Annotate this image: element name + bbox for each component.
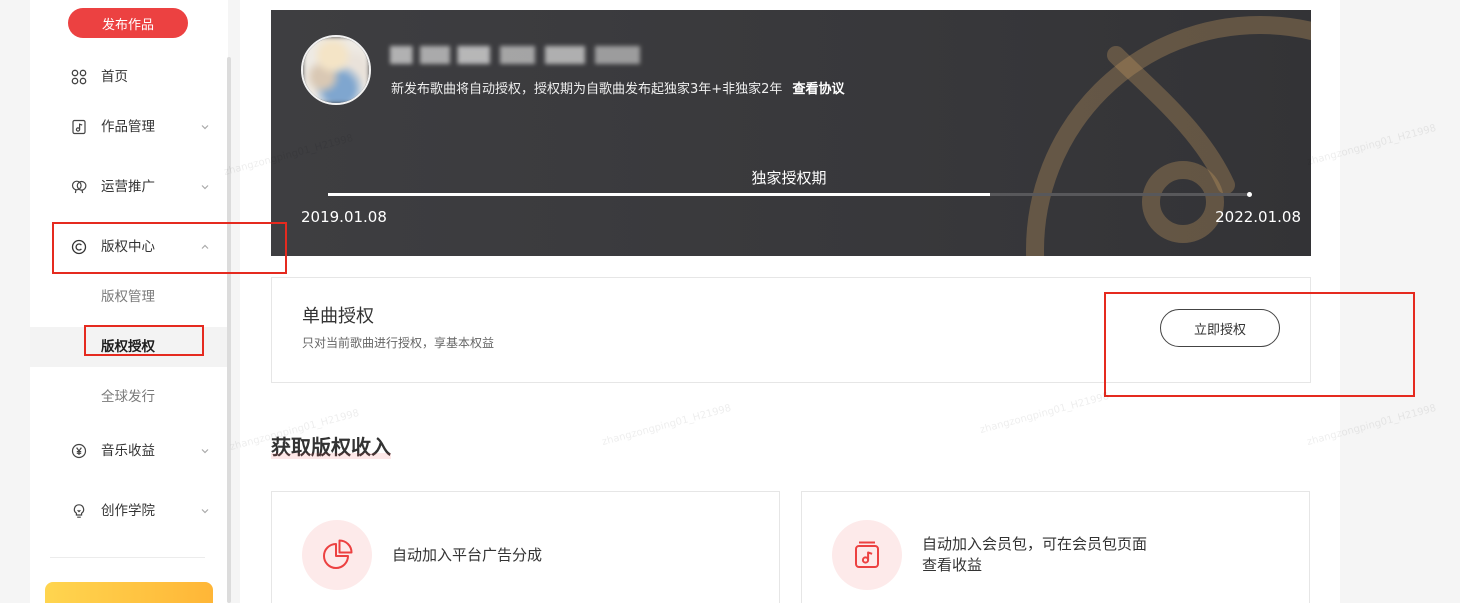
track-end-dot	[1247, 192, 1252, 197]
sidebar-item-academy[interactable]: 创作学院	[30, 491, 228, 531]
chevron-down-icon	[201, 509, 209, 514]
sidebar-item-label: 音乐收益	[101, 443, 155, 459]
publish-button[interactable]: 发布作品	[68, 8, 188, 38]
music-album-icon	[832, 520, 902, 590]
yen-icon	[71, 443, 87, 459]
chevron-down-icon	[201, 449, 209, 454]
membership-card: 自动加入会员包，可在会员包页面 查看收益	[801, 491, 1310, 603]
license-banner: 新发布歌曲将自动授权，授权期为自歌曲发布起独家3年+非独家2年 查看协议 独家授权…	[271, 10, 1311, 256]
sidebar-item-works[interactable]: 作品管理	[30, 107, 228, 147]
sidebar-subitem-label: 版权管理	[101, 289, 155, 305]
sidebar-subitem-global-release[interactable]: 全球发行	[30, 377, 228, 417]
sidebar-subitem-copyright-management[interactable]: 版权管理	[30, 277, 228, 317]
pie-chart-icon	[302, 520, 372, 590]
chevron-down-icon	[201, 185, 209, 190]
license-now-button[interactable]: 立即授权	[1160, 309, 1280, 347]
license-period-track	[328, 192, 1252, 197]
sidebar-divider	[50, 557, 205, 558]
sidebar-subitem-copyright-license[interactable]: 版权授权	[30, 327, 228, 367]
sidebar-item-label: 首页	[101, 69, 128, 85]
single-license-description: 只对当前歌曲进行授权，享基本权益	[302, 336, 495, 350]
chevron-up-icon	[201, 244, 209, 249]
lightbulb-icon	[73, 504, 85, 518]
sidebar-subitem-label: 全球发行	[101, 389, 155, 405]
sidebar-scrollbar[interactable]	[227, 57, 231, 603]
sidebar-item-music-income[interactable]: 音乐收益	[30, 431, 228, 471]
sidebar-subitem-label: 版权授权	[101, 339, 155, 355]
start-date: 2019.01.08	[301, 208, 387, 226]
chevron-down-icon	[201, 125, 209, 130]
view-agreement-link[interactable]: 查看协议	[792, 82, 844, 97]
promo-banner[interactable]	[45, 582, 213, 603]
music-file-icon	[72, 119, 86, 135]
sidebar: 发布作品 首页 作品管理 运营推广 版权中心 版权管理 版权授权 全球发行 音乐…	[30, 0, 228, 603]
notice-text: 新发布歌曲将自动授权，授权期为自歌曲发布起独家3年+非独家2年	[391, 82, 783, 97]
username-blurred	[390, 46, 640, 64]
single-license-title: 单曲授权	[302, 306, 374, 327]
ad-revenue-card: 自动加入平台广告分成	[271, 491, 780, 603]
chat-bubbles-icon	[71, 180, 87, 194]
membership-text-line: 自动加入会员包，可在会员包页面	[922, 535, 1148, 553]
progress-fill	[328, 193, 990, 196]
sidebar-item-label: 创作学院	[101, 503, 155, 519]
sidebar-item-label: 运营推广	[101, 179, 155, 195]
sidebar-item-promotion[interactable]: 运营推广	[30, 167, 228, 207]
single-license-card: 单曲授权 只对当前歌曲进行授权，享基本权益 立即授权	[271, 277, 1311, 383]
end-date: 2022.01.08	[1215, 208, 1301, 226]
membership-text-line: 查看收益	[922, 556, 983, 574]
ad-revenue-text: 自动加入平台广告分成	[392, 546, 543, 564]
sidebar-item-copyright-center[interactable]: 版权中心	[30, 227, 228, 267]
sidebar-item-home[interactable]: 首页	[30, 57, 228, 97]
avatar	[301, 35, 371, 105]
sidebar-item-label: 作品管理	[101, 119, 155, 135]
grid-icon	[71, 69, 87, 85]
membership-text: 自动加入会员包，可在会员包页面 查看收益	[922, 534, 1147, 576]
copyright-icon	[71, 239, 87, 255]
auto-license-notice: 新发布歌曲将自动授权，授权期为自歌曲发布起独家3年+非独家2年 查看协议	[391, 80, 844, 100]
main-panel: 新发布歌曲将自动授权，授权期为自歌曲发布起独家3年+非独家2年 查看协议 独家授权…	[240, 0, 1340, 603]
income-section-heading: 获取版权收入	[271, 435, 391, 459]
exclusive-period-label: 独家授权期	[751, 169, 827, 187]
sidebar-item-label: 版权中心	[101, 239, 155, 255]
